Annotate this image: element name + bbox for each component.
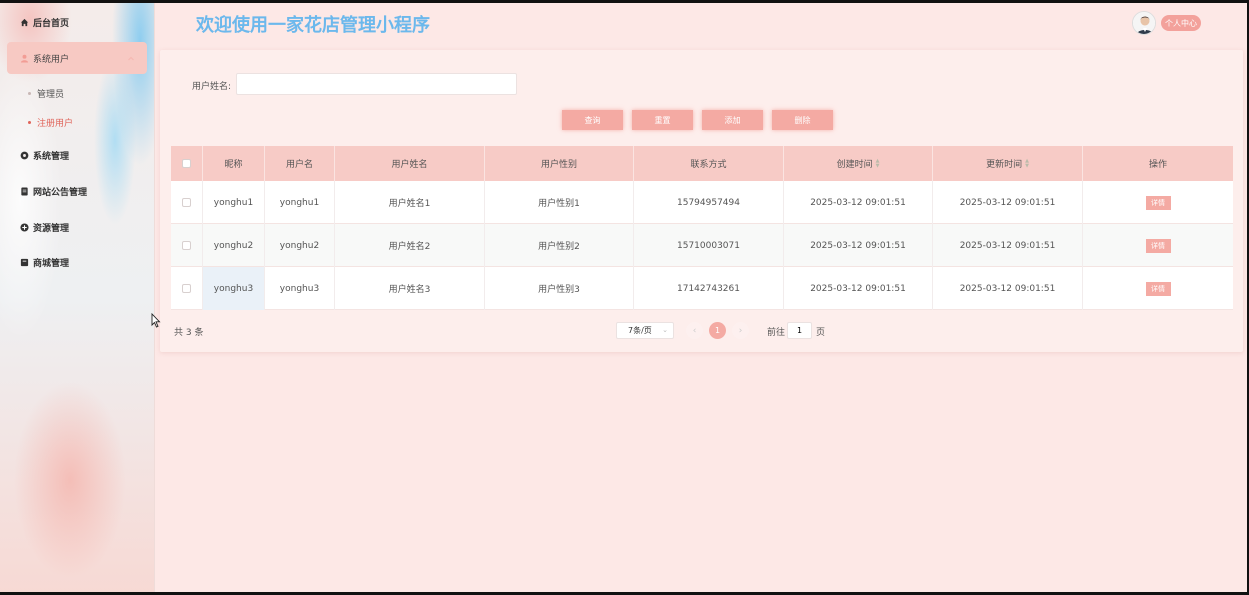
row-checkbox[interactable] (182, 241, 191, 250)
detail-button[interactable]: 详情 (1145, 281, 1171, 296)
user-name-search-input[interactable] (236, 73, 517, 95)
total-count: 共 3 条 (174, 328, 204, 338)
cell-username: yonghu2 (265, 224, 335, 267)
row-checkbox[interactable] (182, 284, 191, 293)
column-header-label: 更新时间 (986, 160, 1023, 170)
cell-phone: 15710003071 (634, 224, 784, 267)
page-title: 欢迎使用一家花店管理小程序 (196, 15, 430, 36)
sidebar-item-system-users[interactable]: 系统用户 (0, 48, 155, 68)
column-header-username[interactable]: 用户名 (265, 146, 335, 181)
cell-actions: 详情 (1083, 224, 1233, 267)
plus-circle-icon (20, 222, 29, 232)
sidebar-subitem-registered-users[interactable]: 注册用户 (28, 116, 73, 129)
column-header-nickname[interactable]: 昵称 (203, 146, 265, 181)
chevron-down-icon: ⌄ (662, 326, 668, 334)
mouse-cursor-icon (151, 312, 161, 331)
goto-label: 前往 (767, 328, 786, 338)
cell-nickname: yonghu3 (203, 267, 265, 310)
detail-button[interactable]: 详情 (1145, 195, 1171, 210)
cell-updated: 2025-03-12 09:01:51 (933, 181, 1083, 224)
cell-created: 2025-03-12 09:01:51 (784, 224, 933, 267)
cell-name: 用户姓名2 (335, 224, 485, 267)
column-header-label: 创建时间 (836, 160, 873, 170)
column-header-phone[interactable]: 联系方式 (634, 146, 784, 181)
page-size-value: 7条/页 (628, 326, 652, 335)
cell-name: 用户姓名1 (335, 181, 485, 224)
sidebar-subitem-admin[interactable]: 管理员 (28, 87, 64, 100)
page-number-current[interactable]: 1 (709, 322, 726, 339)
detail-button[interactable]: 详情 (1145, 238, 1171, 253)
sidebar-item-system-management[interactable]: 系统管理 (0, 145, 155, 165)
cell-name: 用户姓名3 (335, 267, 485, 310)
prev-page-button[interactable]: ‹ (686, 322, 703, 339)
cell-gender: 用户性别2 (485, 224, 634, 267)
gear-icon (20, 151, 29, 160)
sidebar-subitem-label: 管理员 (37, 90, 65, 100)
column-header-updated[interactable]: 更新时间 ▲ ▼ (933, 146, 1083, 181)
cell-actions: 详情 (1083, 267, 1233, 310)
column-header-name[interactable]: 用户姓名 (335, 146, 485, 181)
sidebar-item-label: 系统用户 (33, 54, 70, 65)
cell-created: 2025-03-12 09:01:51 (784, 267, 933, 310)
row-checkbox[interactable] (182, 198, 191, 207)
reset-button[interactable]: 重置 (632, 110, 693, 130)
cell-username: yonghu1 (265, 181, 335, 224)
sidebar-item-announcements[interactable]: 网站公告管理 (0, 181, 155, 201)
page-size-select[interactable]: 7条/页 ⌄ (616, 322, 674, 339)
cell-gender: 用户性别3 (485, 267, 634, 310)
sort-icon[interactable]: ▲ ▼ (1025, 158, 1029, 169)
sidebar-item-label: 资源管理 (33, 223, 70, 234)
sidebar-item-label: 后台首页 (33, 18, 70, 29)
cell-created: 2025-03-12 09:01:51 (784, 181, 933, 224)
sidebar-item-label: 网站公告管理 (33, 187, 88, 198)
sidebar: 后台首页 系统用户 管理员 注册用户 系统管理 网站公告管理 资源管理 商城管理 (0, 0, 155, 595)
delete-button[interactable]: 删除 (772, 110, 833, 130)
table-row[interactable]: yonghu3 yonghu3 用户姓名3 用户性别3 17142743261 … (171, 267, 1233, 310)
cell-updated: 2025-03-12 09:01:51 (933, 224, 1083, 267)
cell-gender: 用户性别1 (485, 181, 634, 224)
column-header-gender[interactable]: 用户性别 (485, 146, 634, 181)
goto-page-input[interactable] (787, 322, 812, 339)
user-center-button[interactable]: 个人中心 (1161, 15, 1201, 31)
sidebar-item-resources[interactable]: 资源管理 (0, 217, 155, 237)
next-page-button[interactable]: › (732, 322, 749, 339)
cell-nickname: yonghu1 (203, 181, 265, 224)
cell-phone: 17142743261 (634, 267, 784, 310)
cell-actions: 详情 (1083, 181, 1233, 224)
select-all-cell (171, 146, 203, 181)
column-header-actions: 操作 (1148, 160, 1167, 170)
bullet-icon (28, 92, 31, 95)
search-label: 用户姓名: (192, 82, 232, 92)
screen-frame-top (0, 0, 1249, 3)
column-header-created[interactable]: 创建时间 ▲ ▼ (784, 146, 933, 181)
row-select-cell (171, 267, 203, 310)
row-select-cell (171, 224, 203, 267)
avatar[interactable] (1132, 11, 1156, 35)
shop-icon (20, 258, 29, 267)
sidebar-item-shop[interactable]: 商城管理 (0, 252, 155, 272)
sidebar-item-home[interactable]: 后台首页 (0, 12, 155, 32)
cell-phone: 15794957494 (634, 181, 784, 224)
sort-icon[interactable]: ▲ ▼ (876, 158, 880, 169)
document-icon (20, 186, 29, 196)
table-row[interactable]: yonghu1 yonghu1 用户姓名1 用户性别1 15794957494 … (171, 181, 1233, 224)
sidebar-item-label: 系统管理 (33, 151, 70, 162)
cell-username: yonghu3 (265, 267, 335, 310)
sidebar-subitem-label: 注册用户 (37, 119, 74, 129)
goto-suffix: 页 (816, 328, 826, 338)
query-button[interactable]: 查询 (562, 110, 623, 130)
select-all-checkbox[interactable] (182, 159, 191, 168)
table-row[interactable]: yonghu2 yonghu2 用户姓名2 用户性别2 15710003071 … (171, 224, 1233, 267)
cell-updated: 2025-03-12 09:01:51 (933, 267, 1083, 310)
home-icon (20, 18, 29, 27)
table-header: 昵称 用户名 用户姓名 用户性别 联系方式 创建时间 ▲ ▼ 更新时间 ▲ ▼ 操作 (171, 146, 1233, 181)
add-button[interactable]: 添加 (702, 110, 763, 130)
user-icon (20, 54, 29, 63)
cell-nickname: yonghu2 (203, 224, 265, 267)
bullet-icon (28, 121, 31, 124)
sidebar-item-label: 商城管理 (33, 258, 70, 269)
chevron-up-icon (128, 54, 134, 64)
row-select-cell (171, 181, 203, 224)
